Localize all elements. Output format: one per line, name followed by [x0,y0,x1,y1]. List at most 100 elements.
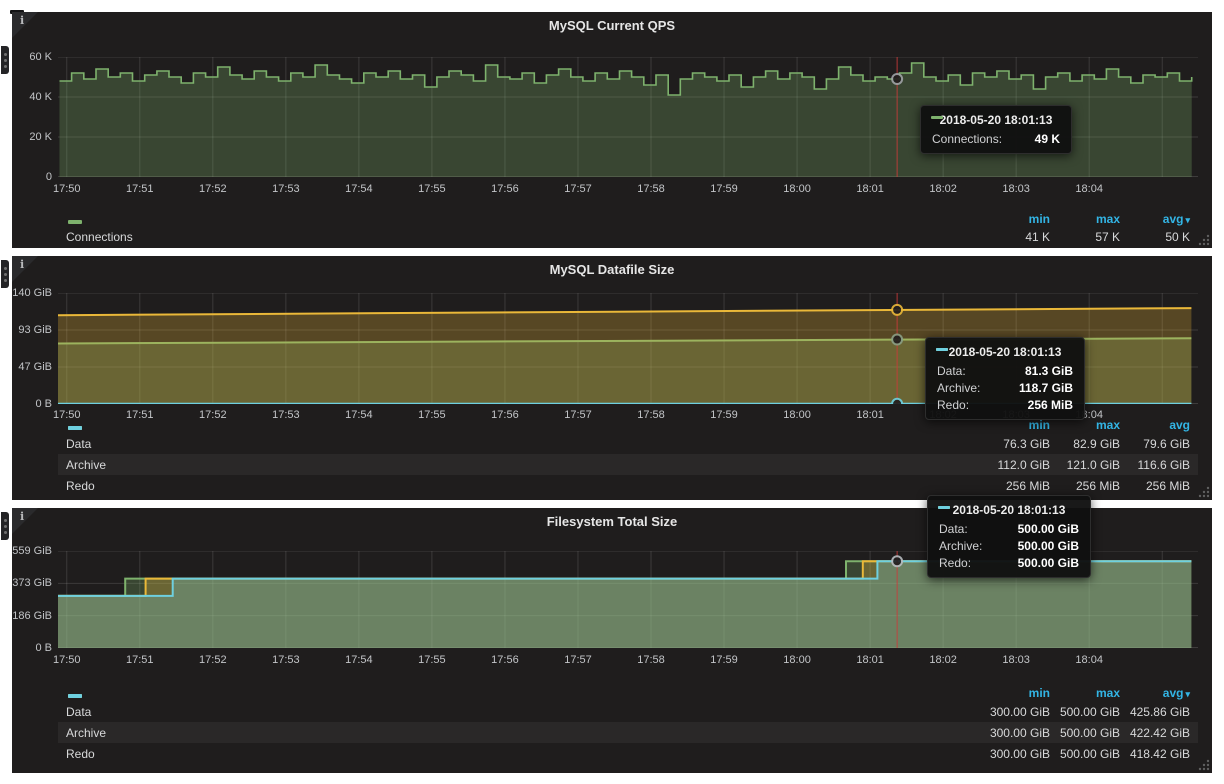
x-axis-labels: 17:5017:5117:5217:5317:5417:5517:5617:57… [58,654,1198,668]
x-axis-tick-label: 18:01 [856,183,884,195]
legend-series-label[interactable]: Archive [66,726,106,740]
legend-stat-value: 418.42 GiB [1120,747,1190,761]
sort-caret-icon: ▾ [1185,215,1190,225]
legend-row: Data76.3 GiB82.9 GiB79.6 GiB [58,433,1198,454]
legend-stat-value: 256 MiB [1050,479,1120,493]
x-axis-tick-label: 18:01 [856,654,884,666]
panel-resize-handle[interactable] [1198,234,1210,246]
x-axis-tick-label: 17:57 [564,183,592,195]
legend-stat-value: 500.00 GiB [1050,705,1120,719]
x-axis-tick-label: 17:53 [272,654,300,666]
legend-column-header[interactable]: max [1050,212,1120,226]
panel-drag-handle[interactable] [1,512,9,540]
tooltip-series-value: 118.7 GiB [1003,381,1073,395]
legend: minmaxavgData76.3 GiB82.9 GiB79.6 GiBArc… [58,416,1198,496]
panel-title[interactable]: MySQL Datafile Size [12,262,1212,277]
legend-stat-value: 300.00 GiB [980,726,1050,740]
legend-stat-value: 256 MiB [980,479,1050,493]
tooltip-series-label: Redo: [939,556,971,570]
x-axis-labels: 17:5017:5117:5217:5317:5417:5517:5617:57… [58,183,1198,197]
x-axis-tick-label: 17:55 [418,183,446,195]
tooltip-series-row: Connections: 49 K [932,132,1060,146]
legend-series-name: Archive [66,726,106,740]
x-axis-tick-label: 18:02 [929,654,957,666]
legend-series-label[interactable]: Archive [66,458,106,472]
legend-row: Archive112.0 GiB121.0 GiB116.6 GiB [58,454,1198,475]
y-axis-tick-label: 47 GiB [12,360,52,374]
legend-row: Data300.00 GiB500.00 GiB425.86 GiB [58,701,1198,722]
legend-series-name: Redo [66,479,95,493]
legend-series-name: Data [66,705,91,719]
panel-drag-handle[interactable] [1,46,9,74]
panel-resize-handle[interactable] [1198,759,1210,771]
legend-row: Redo 300.00 GiB500.00 GiB418.42 GiB [58,743,1198,764]
tooltip-series-row: Redo: 256 MiB [937,398,1073,412]
tooltip-timestamp: 2018-05-20 18:01:13 [932,113,1060,127]
hover-tooltip-filesystem: 2018-05-20 18:01:13 Data: 500.00 GiB Arc… [927,495,1091,578]
panel-title[interactable]: MySQL Current QPS [12,18,1212,33]
legend-stat-value: 300.00 GiB [980,747,1050,761]
dashboard-area: i MySQL Current QPS 60 K40 K20 K0 17:501… [10,10,24,14]
tooltip-series-value: 500.00 GiB [1002,539,1079,553]
x-axis-tick-label: 17:54 [345,654,373,666]
legend-column-header[interactable]: min [980,686,1050,700]
legend-column-header[interactable]: min [980,212,1050,226]
y-axis-tick-label: 20 K [12,130,52,144]
x-axis-tick-label: 17:58 [637,183,665,195]
series-color-dash-icon [931,116,943,119]
legend-series-label[interactable]: Redo [66,747,95,761]
legend-series-name: Data [66,437,91,451]
legend-series-label[interactable]: Redo [66,479,95,493]
legend-stat-value: 500.00 GiB [1050,726,1120,740]
legend-row: Archive300.00 GiB500.00 GiB422.42 GiB [58,722,1198,743]
y-axis-tick-label: 0 [12,170,52,184]
x-axis-tick-label: 17:50 [53,183,81,195]
legend-stat-value: 41 K [980,230,1050,244]
legend-header-row: minmaxavg▾ [58,684,1198,701]
legend-series-label[interactable]: Data [66,705,91,719]
tooltip-series-row: Redo: 500.00 GiB [939,556,1079,570]
x-axis-tick-label: 18:04 [1075,183,1103,195]
x-axis-tick-label: 18:03 [1002,183,1030,195]
tooltip-timestamp: 2018-05-20 18:01:13 [937,345,1073,359]
legend-stat-value: 79.6 GiB [1120,437,1190,451]
legend-series-label[interactable]: Connections [66,230,133,244]
tooltip-series-value: 49 K [1019,132,1060,146]
sort-caret-icon: ▾ [1185,689,1190,699]
y-axis-tick-label: 0 B [12,397,52,411]
legend-stat-value: 50 K [1120,230,1190,244]
tooltip-series-label: Archive: [937,381,980,395]
y-axis-tick-label: 0 B [12,641,52,655]
tooltip-series-label: Data: [937,364,966,378]
x-axis-tick-label: 17:59 [710,183,738,195]
y-axis-tick-label: 559 GiB [12,544,52,558]
legend: minmaxavg▾Connections41 K57 K50 K [58,210,1198,246]
legend-column-header[interactable]: avg▾ [1120,686,1190,700]
panel-drag-handle[interactable] [1,260,9,288]
y-axis-tick-label: 373 GiB [12,576,52,590]
tooltip-series-row: Archive: 500.00 GiB [939,539,1079,553]
hover-tooltip-qps: 2018-05-20 18:01:13 Connections: 49 K [920,105,1072,154]
x-axis-tick-label: 17:55 [418,654,446,666]
legend-stat-value: 121.0 GiB [1050,458,1120,472]
x-axis-tick-label: 18:04 [1075,654,1103,666]
series-color-dash-icon [68,220,82,224]
legend-series-label[interactable]: Data [66,437,91,451]
tooltip-series-value: 500.00 GiB [1002,522,1079,536]
x-axis-tick-label: 18:02 [929,183,957,195]
legend-series-name: Archive [66,458,106,472]
legend-stat-value: 300.00 GiB [980,705,1050,719]
x-axis-tick-label: 17:57 [564,654,592,666]
y-axis-tick-label: 140 GiB [12,286,52,300]
legend-column-header[interactable]: max [1050,686,1120,700]
tooltip-series-row: Archive: 118.7 GiB [937,381,1073,395]
legend-column-header[interactable]: avg [1120,418,1190,432]
legend-stat-value: 500.00 GiB [1050,747,1120,761]
tooltip-series-label: Data: [939,522,968,536]
legend-stat-value: 76.3 GiB [980,437,1050,451]
tooltip-series-label: Archive: [939,539,982,553]
legend-column-header[interactable]: avg▾ [1120,212,1190,226]
panel-resize-handle[interactable] [1198,486,1210,498]
x-axis-tick-label: 17:51 [126,654,154,666]
x-axis-tick-label: 18:00 [783,183,811,195]
